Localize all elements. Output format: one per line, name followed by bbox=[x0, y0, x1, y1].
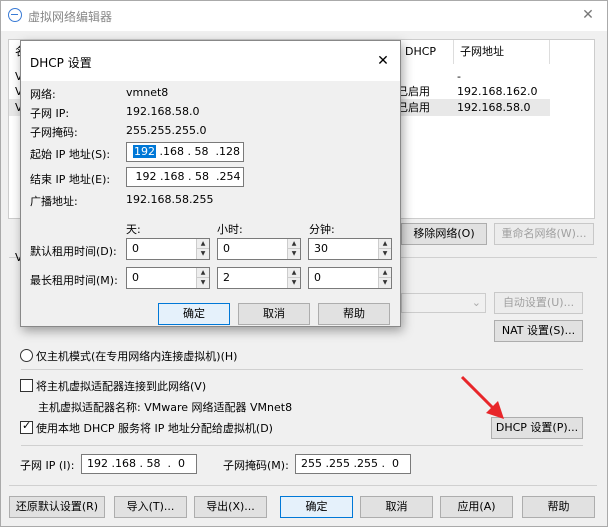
max-minutes-value: 0 bbox=[314, 271, 321, 284]
column-header-subnet[interactable]: 子网地址 bbox=[454, 40, 550, 64]
chevron-down-icon: ⌄ bbox=[471, 296, 481, 309]
default-hours-value: 0 bbox=[223, 242, 230, 255]
start-ip-input[interactable]: 192 .168 . 58 .128 bbox=[126, 142, 244, 162]
column-header-dhcp[interactable]: DHCP bbox=[399, 40, 454, 64]
spinner-arrows: ▲ ▼ bbox=[287, 268, 300, 288]
auto-settings-button[interactable]: 自动设置(U)... bbox=[494, 292, 583, 314]
dhcp-subnet-ip-value: 192.168.58.0 bbox=[126, 105, 200, 118]
dhcp-dialog-title: DHCP 设置 bbox=[30, 56, 92, 70]
minutes-header: 分钟: bbox=[309, 223, 335, 236]
subnet-ip-label: 子网 IP (I): bbox=[20, 459, 75, 472]
use-dhcp-checkbox[interactable] bbox=[20, 419, 33, 434]
default-minutes-spinner[interactable]: 30 ▲ ▼ bbox=[308, 238, 392, 260]
default-hours-spinner[interactable]: 0 ▲ ▼ bbox=[217, 238, 301, 260]
spin-down-icon[interactable]: ▼ bbox=[379, 278, 391, 288]
main-close-button[interactable]: ✕ bbox=[573, 3, 603, 27]
subnet-mask-label: 子网掩码(M): bbox=[223, 459, 289, 472]
import-button[interactable]: 导入(T)... bbox=[114, 496, 187, 518]
max-minutes-spinner[interactable]: 0 ▲ ▼ bbox=[308, 267, 392, 289]
max-days-spinner[interactable]: 0 ▲ ▼ bbox=[126, 267, 210, 289]
host-only-label: 仅主机模式(在专用网络内连接虚拟机)(H) bbox=[36, 350, 238, 363]
dhcp-subnet-ip-label: 子网 IP: bbox=[30, 107, 70, 120]
max-lease-label: 最长租用时间(M): bbox=[30, 274, 118, 287]
bridge-adapter-select[interactable]: ⌄ bbox=[401, 293, 486, 313]
subnet-cell: 192.168.58.0 bbox=[457, 101, 531, 114]
dhcp-settings-dialog: DHCP 设置 ✕ 网络: vmnet8 子网 IP: 192.168.58.0… bbox=[20, 40, 401, 327]
end-ip-label: 结束 IP 地址(E): bbox=[30, 173, 111, 186]
connect-adapter-checkbox[interactable] bbox=[20, 379, 33, 392]
default-days-value: 0 bbox=[132, 242, 139, 255]
dhcp-close-button[interactable]: ✕ bbox=[371, 50, 395, 72]
spinner-arrows: ▲ ▼ bbox=[196, 239, 209, 259]
use-dhcp-label: 使用本地 DHCP 服务将 IP 地址分配给虚拟机(D) bbox=[36, 422, 273, 435]
spin-down-icon[interactable]: ▼ bbox=[197, 278, 209, 288]
globe-icon bbox=[8, 8, 22, 22]
start-ip-label: 起始 IP 地址(S): bbox=[30, 148, 111, 161]
restore-defaults-button[interactable]: 还原默认设置(R) bbox=[9, 496, 105, 518]
dhcp-cell: 已启用 bbox=[397, 101, 430, 114]
ok-button[interactable]: 确定 bbox=[280, 496, 353, 518]
spin-up-icon[interactable]: ▲ bbox=[288, 239, 300, 249]
spin-down-icon[interactable]: ▼ bbox=[288, 278, 300, 288]
spinner-arrows: ▲ ▼ bbox=[196, 268, 209, 288]
spin-up-icon[interactable]: ▲ bbox=[288, 268, 300, 278]
dhcp-subnet-mask-value: 255.255.255.0 bbox=[126, 124, 207, 137]
subnet-ip-input[interactable]: 192 .168 . 58 . 0 bbox=[81, 454, 197, 474]
hours-header: 小时: bbox=[217, 223, 243, 236]
bottom-divider bbox=[9, 485, 597, 486]
spin-down-icon[interactable]: ▼ bbox=[379, 249, 391, 259]
end-ip-input[interactable]: 192 .168 . 58 .254 bbox=[126, 167, 244, 187]
spinner-arrows: ▲ ▼ bbox=[378, 239, 391, 259]
dhcp-ok-button[interactable]: 确定 bbox=[158, 303, 230, 325]
connect-adapter-label: 将主机虚拟适配器连接到此网络(V) bbox=[36, 380, 207, 393]
max-hours-spinner[interactable]: 2 ▲ ▼ bbox=[217, 267, 301, 289]
broadcast-value: 192.168.58.255 bbox=[126, 193, 214, 206]
help-button[interactable]: 帮助 bbox=[522, 496, 595, 518]
default-minutes-value: 30 bbox=[314, 242, 328, 255]
adapter-name-label: 主机虚拟适配器名称: VMware 网络适配器 VMnet8 bbox=[38, 401, 293, 414]
broadcast-label: 广播地址: bbox=[30, 195, 78, 208]
default-lease-label: 默认租用时间(D): bbox=[30, 245, 117, 258]
network-label: 网络: bbox=[30, 88, 56, 101]
start-ip-rest: .168 . 58 .128 bbox=[156, 145, 240, 158]
main-window-title: 虚拟网络编辑器 bbox=[28, 10, 113, 24]
main-title-bar: 虚拟网络编辑器 ✕ bbox=[1, 1, 607, 31]
spin-up-icon[interactable]: ▲ bbox=[379, 268, 391, 278]
spin-up-icon[interactable]: ▲ bbox=[379, 239, 391, 249]
dhcp-help-button[interactable]: 帮助 bbox=[318, 303, 390, 325]
subnet-cell: 192.168.162.0 bbox=[457, 85, 538, 98]
spin-down-icon[interactable]: ▼ bbox=[288, 249, 300, 259]
annotation-arrow-icon bbox=[460, 375, 504, 419]
rename-network-button[interactable]: 重命名网络(W)... bbox=[494, 223, 594, 245]
section-divider bbox=[21, 445, 583, 446]
spin-up-icon[interactable]: ▲ bbox=[197, 268, 209, 278]
dhcp-title-bar: DHCP 设置 ✕ bbox=[21, 41, 400, 81]
cancel-button[interactable]: 取消 bbox=[360, 496, 433, 518]
spinner-arrows: ▲ ▼ bbox=[378, 268, 391, 288]
nat-settings-button[interactable]: NAT 设置(S)... bbox=[494, 320, 583, 342]
dhcp-cell: 已启用 bbox=[397, 85, 430, 98]
host-only-radio[interactable] bbox=[20, 349, 33, 362]
default-days-spinner[interactable]: 0 ▲ ▼ bbox=[126, 238, 210, 260]
remove-network-button[interactable]: 移除网络(O) bbox=[401, 223, 487, 245]
spinner-arrows: ▲ ▼ bbox=[287, 239, 300, 259]
dhcp-subnet-mask-label: 子网掩码: bbox=[30, 126, 78, 139]
start-ip-selected-octet: 192 bbox=[133, 145, 156, 158]
export-button[interactable]: 导出(X)... bbox=[194, 496, 267, 518]
network-value: vmnet8 bbox=[126, 86, 169, 99]
apply-button[interactable]: 应用(A) bbox=[440, 496, 513, 518]
spin-up-icon[interactable]: ▲ bbox=[197, 239, 209, 249]
dhcp-cancel-button[interactable]: 取消 bbox=[238, 303, 310, 325]
max-days-value: 0 bbox=[132, 271, 139, 284]
max-hours-value: 2 bbox=[223, 271, 230, 284]
subnet-mask-input[interactable]: 255 .255 .255 . 0 bbox=[295, 454, 411, 474]
spin-down-icon[interactable]: ▼ bbox=[197, 249, 209, 259]
days-header: 天: bbox=[126, 223, 141, 236]
section-divider bbox=[21, 369, 583, 370]
